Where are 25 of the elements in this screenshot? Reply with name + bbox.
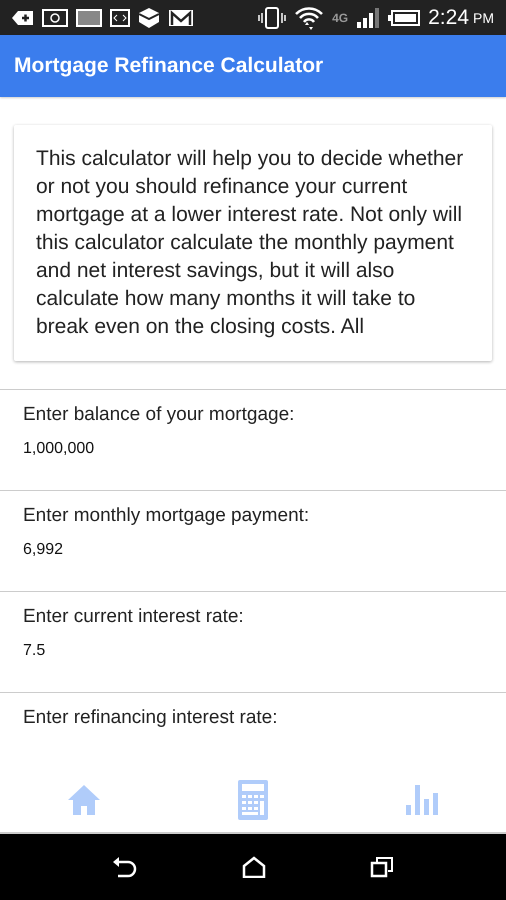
signal-icon <box>356 8 380 28</box>
back-icon[interactable] <box>112 856 138 878</box>
code-icon <box>110 8 130 26</box>
field-label: Enter refinancing interest rate: <box>23 707 279 729</box>
mail-icon <box>168 8 194 26</box>
image-icon <box>76 8 102 26</box>
clock-period: PM <box>473 10 494 26</box>
box-icon <box>138 6 160 28</box>
home-icon[interactable] <box>242 856 266 878</box>
input-field[interactable]: 7.5 <box>23 642 483 660</box>
field-label: Enter balance of your mortgage: <box>23 404 296 426</box>
field-label: Enter monthly mortgage payment: <box>23 505 310 527</box>
battery-icon <box>388 10 420 26</box>
input-field[interactable]: 6,992 <box>23 541 483 559</box>
recent-apps-icon[interactable] <box>370 856 394 878</box>
intro-text: This calculator will help you to decide whether or not you should refinance your current mortgage at a lower interest rate. Not only will this calculator calculate the monthly payment and net interest savings, but it will also calculate how many months it will take to break even on the closing costs. All <box>36 146 464 340</box>
input-field[interactable]: 1,000,000 <box>23 440 483 458</box>
network-type-label: 4G <box>332 10 348 24</box>
field-label: Enter current interest rate: <box>23 606 245 628</box>
app-title: Mortgage Refinance Calculator <box>14 54 324 78</box>
wifi-icon <box>294 4 324 30</box>
clock-time: 2:24 <box>428 6 469 30</box>
power-icon <box>42 8 68 26</box>
tag-plus-icon <box>12 8 34 26</box>
vibrate-icon <box>258 6 286 28</box>
